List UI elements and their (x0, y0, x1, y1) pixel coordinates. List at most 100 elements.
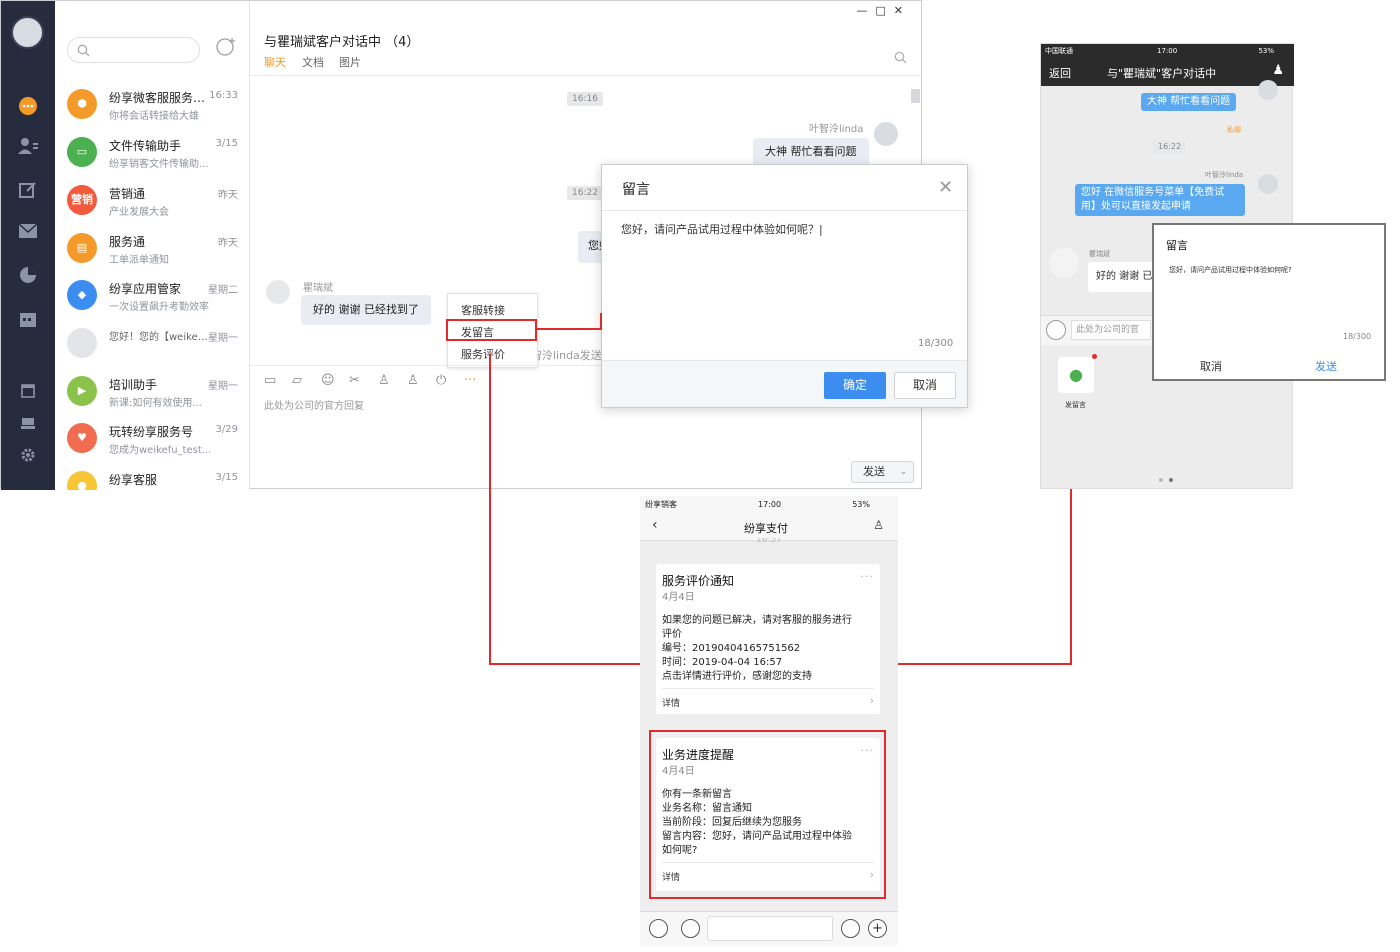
edit-icon[interactable] (16, 181, 40, 203)
window-icon[interactable] (16, 383, 40, 405)
clipboard-avatar-icon: ▤ (67, 233, 97, 263)
menu-icon[interactable] (649, 919, 668, 938)
more-icon[interactable]: ··· (861, 744, 875, 757)
conversation-preview: 您成为weikefu_test... (109, 445, 212, 456)
reply-input[interactable]: 此处为公司的官方回复 (264, 397, 364, 412)
input-bar: + (640, 911, 898, 946)
connector-line (537, 328, 601, 330)
conversation-item[interactable]: ◆ 纷享应用管家 星期二 一次设置飙升考勤效率 (55, 273, 245, 320)
calendar-icon[interactable] (16, 310, 40, 332)
user-icon[interactable]: ♟ (1272, 63, 1284, 78)
card-line: 如果您的问题已解决，请对客服的服务进行 (662, 615, 852, 626)
dialog-textarea[interactable]: 您好，请问产品试用过程中体验如何呢? (1169, 265, 1292, 275)
card-date: 4月4日 (662, 592, 695, 603)
time-divider: 16:22 (567, 186, 603, 200)
scrollbar[interactable] (911, 89, 920, 103)
user-icon[interactable]: ♙ (873, 518, 884, 532)
tab-images[interactable]: 图片 (339, 54, 361, 70)
business-progress-card[interactable]: 业务进度提醒 ··· 4月4日 你有一条新留言 业务名称：留言通知 当前阶段：回… (656, 738, 880, 891)
card-date: 4月4日 (662, 766, 695, 777)
conversation-name: 纷享微客服服务号... (109, 91, 209, 105)
service-rating-card[interactable]: 服务评价通知 ··· 4月4日 如果您的问题已解决，请对客服的服务进行 评价 编… (656, 564, 880, 714)
conversation-item[interactable]: ♥ 玩转纷享服务号 3/29 您成为weikefu_test... (55, 416, 245, 463)
voice-icon[interactable] (1046, 320, 1066, 340)
leave-message-feature-icon[interactable]: ● (1058, 357, 1094, 393)
status-time: 17:00 (1157, 47, 1178, 55)
agent-name: 叶智泠linda (809, 124, 864, 135)
account-title: 纷享支付 (744, 522, 788, 535)
image-icon[interactable]: ▭ (264, 373, 276, 388)
card-divider (662, 688, 874, 689)
send-label: 发送 (863, 465, 885, 478)
voice-icon[interactable] (681, 919, 700, 938)
window-controls[interactable]: —□✕ (856, 4, 911, 17)
agent-avatar (1258, 80, 1278, 100)
more-icon[interactable]: ··· (861, 570, 875, 583)
time-divider: 16:16 (567, 92, 603, 106)
plus-icon[interactable]: + (868, 919, 887, 938)
tab-chat[interactable]: 聊天 (264, 54, 286, 70)
dialog-divider (602, 210, 967, 211)
dialog-title: 留言 (622, 182, 650, 198)
time-divider: 16:22 (1153, 141, 1187, 153)
scissors-icon[interactable]: ✂ (349, 373, 360, 388)
new-chat-icon[interactable] (213, 37, 239, 63)
conversation-item[interactable]: 营销 营销通 昨天 产业发展大会 (55, 178, 245, 225)
customer-avatar (1049, 248, 1079, 278)
menu-item-service-rating[interactable]: 服务评价 (461, 346, 505, 362)
back-chevron-icon[interactable]: ‹ (652, 517, 658, 533)
emoji-icon[interactable]: ☺ (321, 373, 335, 388)
conversation-item[interactable]: ▶ 培训助手 星期一 新课:如何有效使用... (55, 369, 245, 416)
detail-link[interactable]: 详情 (662, 870, 680, 883)
more-icon[interactable]: ··· (464, 373, 476, 388)
confirm-button[interactable]: 确定 (824, 372, 886, 399)
tab-documents[interactable]: 文档 (302, 54, 324, 70)
send-button[interactable]: 发送 ⌄ (851, 461, 914, 483)
user-transfer-icon[interactable]: ♙ (407, 373, 419, 388)
contacts-icon[interactable] (16, 137, 40, 159)
card-line: 时间：2019-04-04 16:57 (662, 657, 783, 668)
message-textarea[interactable]: 您好，请问产品试用过程中体验如何呢？| (621, 221, 823, 237)
user-add-icon[interactable]: ♙ (378, 373, 390, 388)
emoji-icon[interactable] (841, 919, 860, 938)
connector-line (489, 663, 640, 665)
customer-avatar[interactable] (266, 280, 290, 304)
pie-chart-icon[interactable] (16, 266, 40, 288)
tray-icon[interactable] (16, 415, 40, 437)
detail-link[interactable]: 详情 (662, 696, 680, 709)
conversation-item[interactable]: ▤ 服务通 昨天 工单派单通知 (55, 226, 245, 273)
conversation-item[interactable]: ⬢ 纷享微客服服务号... 16:33 你将会话转接给大雄 (55, 82, 245, 129)
search-icon[interactable] (894, 51, 907, 68)
card-title: 服务评价通知 (662, 574, 735, 588)
agent-message: 大神 帮忙看看问题 (753, 138, 869, 166)
back-button[interactable]: 返回 (1049, 65, 1071, 81)
close-icon[interactable]: ✕ (938, 177, 953, 198)
folder-avatar-icon: ▭ (67, 137, 97, 167)
conversation-item[interactable]: 您好！您的【weikef... 星期一 (55, 321, 245, 368)
status-bar: 纷享销客 17:00 53% (640, 496, 898, 513)
agent-avatar[interactable] (874, 122, 898, 146)
conversation-time: 昨天 (218, 190, 238, 201)
mail-icon[interactable] (16, 223, 40, 245)
message-input[interactable]: 此处为公司的官 (1071, 320, 1151, 340)
chat-icon[interactable] (16, 95, 40, 117)
chevron-down-icon[interactable]: ⌄ (899, 462, 907, 482)
cancel-button[interactable]: 取消 (1200, 358, 1222, 374)
conversation-item[interactable]: ▭ 文件传输助手 3/15 纷享销客文件传输助... (55, 130, 245, 177)
conversation-name: 纷享应用管家 (109, 282, 182, 296)
search-input[interactable] (67, 37, 200, 63)
card-title: 业务进度提醒 (662, 748, 735, 762)
feature-label: 发留言 (1065, 401, 1086, 409)
power-icon[interactable]: ⏻ (436, 373, 446, 388)
conversation-item[interactable]: ● 纷享客服 3/15 (55, 464, 245, 490)
my-avatar[interactable] (11, 16, 44, 49)
menu-item-transfer[interactable]: 客服转接 (461, 302, 505, 318)
cancel-button[interactable]: 取消 (894, 372, 956, 399)
message-input[interactable] (707, 916, 833, 941)
folder-icon[interactable]: ▱ (292, 373, 302, 388)
training-avatar-icon: ▶ (67, 376, 97, 406)
conversation-preview: 一次设置飙升考勤效率 (109, 302, 209, 313)
mobile-leave-message-dialog: 留言 您好，请问产品试用过程中体验如何呢? 18/300 取消 发送 (1152, 223, 1386, 381)
send-button[interactable]: 发送 (1315, 358, 1337, 374)
settings-gear-icon[interactable] (16, 447, 40, 469)
